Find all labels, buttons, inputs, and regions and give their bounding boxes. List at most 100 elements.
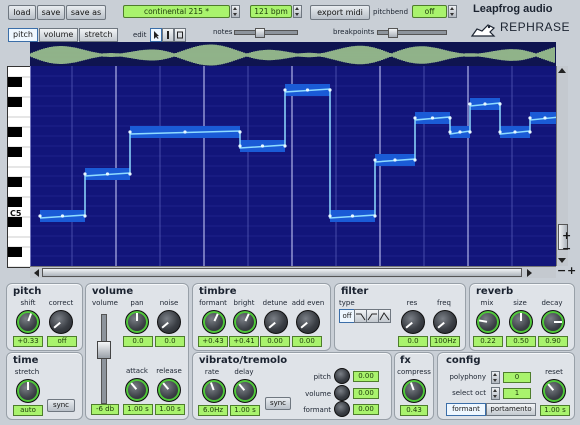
pitchbend-display[interactable]: off bbox=[412, 5, 447, 18]
polyphony-label: polyphony bbox=[449, 373, 486, 381]
breakpoints-slider-thumb[interactable] bbox=[388, 28, 398, 38]
release-knob[interactable] bbox=[157, 378, 181, 402]
formant-depth-knob[interactable] bbox=[334, 401, 350, 417]
frog-logo-icon bbox=[470, 22, 496, 38]
time-sync-button[interactable]: sync bbox=[47, 399, 75, 412]
formant-knob[interactable] bbox=[202, 310, 226, 334]
preset-name-display[interactable]: continental 215 * bbox=[123, 5, 230, 18]
mix-value: 0.22 bbox=[473, 336, 503, 347]
vertical-zoom-out-icon[interactable]: − bbox=[562, 242, 571, 255]
noise-value: 0.0 bbox=[155, 336, 185, 347]
load-button[interactable]: load bbox=[8, 5, 36, 20]
arrow-tool-icon[interactable] bbox=[150, 28, 162, 42]
vertical-zoom-in-icon[interactable]: + bbox=[562, 229, 571, 242]
noise-knob[interactable] bbox=[157, 310, 181, 334]
detune-knob[interactable] bbox=[264, 310, 288, 334]
notes-slider-thumb[interactable] bbox=[255, 28, 265, 38]
detune-value: 0.00 bbox=[260, 336, 290, 347]
pitch-depth-knob[interactable] bbox=[334, 368, 350, 384]
tempo-display[interactable]: 121 bpm bbox=[250, 5, 292, 18]
tab-pitch[interactable]: pitch bbox=[8, 28, 38, 42]
vibrato-sync-button[interactable]: sync bbox=[265, 397, 291, 410]
breakpoint bbox=[448, 130, 452, 134]
filter-type-label: type bbox=[339, 299, 355, 307]
release-value: 1.00 s bbox=[155, 404, 185, 415]
config-panel-title: config bbox=[446, 355, 481, 366]
time-panel-title: time bbox=[13, 355, 39, 366]
black-key bbox=[8, 247, 22, 257]
save-as-button[interactable]: save as bbox=[66, 5, 106, 20]
attack-label: attack bbox=[126, 367, 148, 375]
zoom-out-icon[interactable]: − bbox=[557, 264, 566, 277]
breakpoint bbox=[128, 172, 132, 176]
tempo-spin-icon[interactable] bbox=[293, 5, 302, 18]
add-even-knob[interactable] bbox=[296, 310, 320, 334]
pitch-panel-title: pitch bbox=[13, 286, 42, 297]
correct-knob[interactable] bbox=[49, 310, 73, 334]
decay-knob[interactable] bbox=[541, 310, 565, 334]
horizontal-scrollbar[interactable] bbox=[30, 266, 556, 278]
breakpoint bbox=[448, 116, 452, 120]
filter-type-off[interactable]: off bbox=[339, 309, 355, 323]
scroll-left-icon[interactable] bbox=[34, 269, 39, 277]
zoom-in-icon[interactable]: + bbox=[567, 264, 576, 277]
volume-fader[interactable] bbox=[97, 314, 111, 404]
breakpoint bbox=[283, 144, 287, 148]
bandpass-icon[interactable] bbox=[378, 309, 391, 323]
attack-knob[interactable] bbox=[125, 378, 149, 402]
tab-stretch[interactable]: stretch bbox=[79, 28, 118, 42]
c5-key-label: C5 bbox=[10, 209, 22, 218]
pitch-editor-grid[interactable] bbox=[30, 66, 556, 266]
scroll-up-icon[interactable] bbox=[558, 68, 566, 73]
delay-knob[interactable] bbox=[233, 379, 257, 403]
breakpoints-slider[interactable] bbox=[377, 28, 447, 38]
release-label: release bbox=[156, 367, 182, 375]
breakpoint bbox=[543, 116, 547, 120]
freq-value: 100Hz bbox=[430, 336, 460, 347]
mix-label: mix bbox=[480, 299, 494, 307]
filter-panel-title: filter bbox=[341, 286, 369, 297]
res-knob[interactable] bbox=[401, 310, 425, 334]
rate-label: rate bbox=[204, 368, 220, 376]
pan-knob[interactable] bbox=[125, 310, 149, 334]
delay-label: delay bbox=[234, 368, 254, 376]
horizontal-scroll-thumb[interactable] bbox=[42, 268, 522, 277]
scroll-right-icon[interactable] bbox=[527, 269, 532, 277]
bright-label: bright bbox=[233, 299, 255, 307]
polyphony-value: 0 bbox=[503, 372, 531, 383]
stretch-knob[interactable] bbox=[16, 379, 40, 403]
polyphony-spin-icon[interactable] bbox=[491, 371, 500, 384]
breakpoint bbox=[468, 130, 472, 134]
formant-mode-button[interactable]: formant bbox=[446, 403, 486, 416]
reset-knob[interactable] bbox=[542, 379, 566, 403]
volume-depth-knob[interactable] bbox=[334, 385, 350, 401]
tab-volume[interactable]: volume bbox=[39, 28, 78, 42]
mix-knob[interactable] bbox=[476, 310, 500, 334]
waveform-overview[interactable] bbox=[29, 42, 556, 68]
piano-keyboard[interactable]: C5 bbox=[7, 66, 32, 268]
save-button[interactable]: save bbox=[37, 5, 65, 20]
size-knob[interactable] bbox=[509, 310, 533, 334]
eraser-tool-icon[interactable] bbox=[174, 28, 186, 42]
freq-knob[interactable] bbox=[433, 310, 457, 334]
res-value: 0.0 bbox=[398, 336, 428, 347]
compress-knob[interactable] bbox=[402, 379, 426, 403]
pencil-tool-icon[interactable] bbox=[162, 28, 174, 42]
select-oct-spin-icon[interactable] bbox=[491, 387, 500, 400]
notes-slider[interactable] bbox=[234, 28, 298, 38]
export-midi-button[interactable]: export midi bbox=[310, 5, 370, 20]
volume-fader-thumb[interactable] bbox=[97, 341, 111, 359]
rate-knob[interactable] bbox=[202, 379, 226, 403]
pitchbend-spin-icon[interactable] bbox=[448, 5, 457, 18]
preset-spin-icon[interactable] bbox=[231, 5, 240, 18]
scroll-down-icon[interactable] bbox=[558, 258, 566, 263]
select-oct-value: 1 bbox=[503, 388, 531, 399]
shift-knob[interactable] bbox=[16, 310, 40, 334]
portamento-button[interactable]: portamento bbox=[486, 403, 536, 416]
select-oct-label: select oct bbox=[452, 389, 486, 397]
breakpoints-label: breakpoints bbox=[333, 28, 375, 36]
bright-knob[interactable] bbox=[233, 310, 257, 334]
pitch-panel: pitch shift +0.33 correct off bbox=[6, 283, 83, 351]
reset-value: 1.00 s bbox=[540, 405, 570, 416]
add-even-label: add even bbox=[291, 299, 325, 307]
